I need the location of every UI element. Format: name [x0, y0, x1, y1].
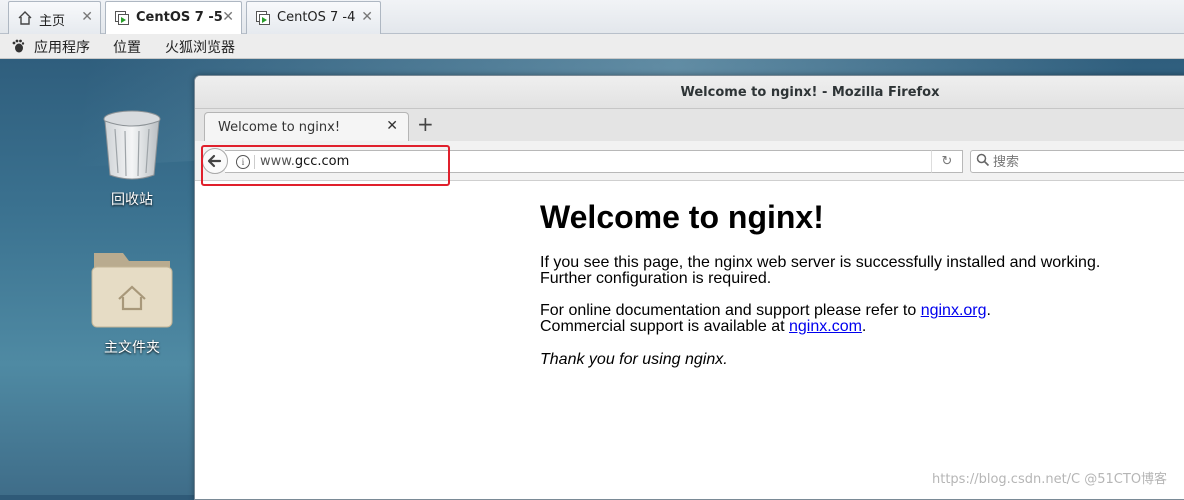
page-content: Welcome to nginx! If you see this page, …	[195, 181, 1184, 499]
intro-line-1: If you see this page, the nginx web serv…	[540, 254, 1101, 271]
close-icon[interactable]: ✕	[222, 9, 234, 25]
gnome-top-bar: 应用程序 位置 火狐浏览器	[0, 34, 1184, 59]
vm-tab-label: CentOS 7 -4	[277, 10, 356, 25]
search-input[interactable]	[991, 152, 1184, 172]
nginx-org-link[interactable]: nginx.org	[921, 302, 987, 319]
close-icon[interactable]: ✕	[361, 9, 373, 25]
page-heading: Welcome to nginx!	[540, 199, 824, 235]
home-icon	[18, 11, 32, 25]
trash-icon	[103, 110, 161, 180]
browser-tab-title: Welcome to nginx!	[218, 120, 341, 135]
firefox-window: Welcome to nginx! - Mozilla Firefox Welc…	[194, 75, 1184, 500]
home-folder-desktop-icon[interactable]: 主文件夹	[72, 247, 192, 357]
vm-tab-label: 主页	[39, 14, 66, 29]
vm-tab-label: CentOS 7 -5	[136, 10, 223, 25]
intro-paragraph: If you see this page, the nginx web serv…	[540, 255, 1100, 287]
firefox-menu[interactable]: 火狐浏览器	[165, 37, 235, 57]
punctuation: .	[986, 302, 991, 319]
intro-line-2: Further configuration is required.	[540, 270, 772, 287]
support-text: For online documentation and support ple…	[540, 302, 921, 319]
watermark: https://blog.csdn.net/C @51CTO博客	[932, 472, 1168, 487]
trash-label: 回收站	[111, 192, 153, 208]
trash-desktop-icon[interactable]: 回收站	[72, 109, 192, 209]
vm-icon	[256, 11, 270, 25]
support-line-2: Commercial support is available at nginx…	[540, 319, 991, 335]
close-icon[interactable]: ✕	[81, 9, 93, 25]
vm-tab-centos4[interactable]: CentOS 7 -4 ✕	[246, 1, 381, 34]
url-highlight-box	[201, 145, 450, 186]
punctuation: .	[861, 318, 867, 335]
vm-tab-centos5[interactable]: CentOS 7 -5 ✕	[105, 1, 242, 35]
search-icon	[976, 153, 990, 167]
close-tab-icon[interactable]: ✕	[386, 118, 398, 134]
home-folder-label: 主文件夹	[104, 340, 160, 356]
gnome-foot-icon	[12, 39, 25, 53]
browser-tab-row: Welcome to nginx! ✕ +	[195, 109, 1184, 141]
new-tab-button[interactable]: +	[417, 112, 434, 136]
commercial-text: Commercial support is available at	[540, 318, 789, 335]
support-paragraph: For online documentation and support ple…	[540, 303, 991, 335]
vm-tab-home[interactable]: 主页 ✕	[8, 1, 101, 34]
applications-menu[interactable]: 应用程序	[34, 37, 90, 57]
search-box[interactable]	[970, 150, 1184, 173]
browser-tab[interactable]: Welcome to nginx! ✕	[204, 112, 409, 141]
vm-tab-strip: 主页 ✕ CentOS 7 -5 ✕ CentOS 7 -4 ✕	[0, 0, 1184, 35]
places-menu[interactable]: 位置	[113, 37, 141, 57]
support-line-1: For online documentation and support ple…	[540, 303, 991, 319]
folder-icon	[91, 253, 173, 328]
nginx-com-link[interactable]: nginx.com	[789, 318, 862, 335]
reload-button[interactable]: ↻	[931, 150, 963, 173]
thanks-text: Thank you for using nginx.	[540, 351, 728, 368]
window-title: Welcome to nginx! - Mozilla Firefox	[680, 85, 940, 100]
reload-icon: ↻	[941, 154, 953, 169]
window-titlebar[interactable]: Welcome to nginx! - Mozilla Firefox	[195, 76, 1184, 109]
vm-icon	[115, 11, 129, 25]
